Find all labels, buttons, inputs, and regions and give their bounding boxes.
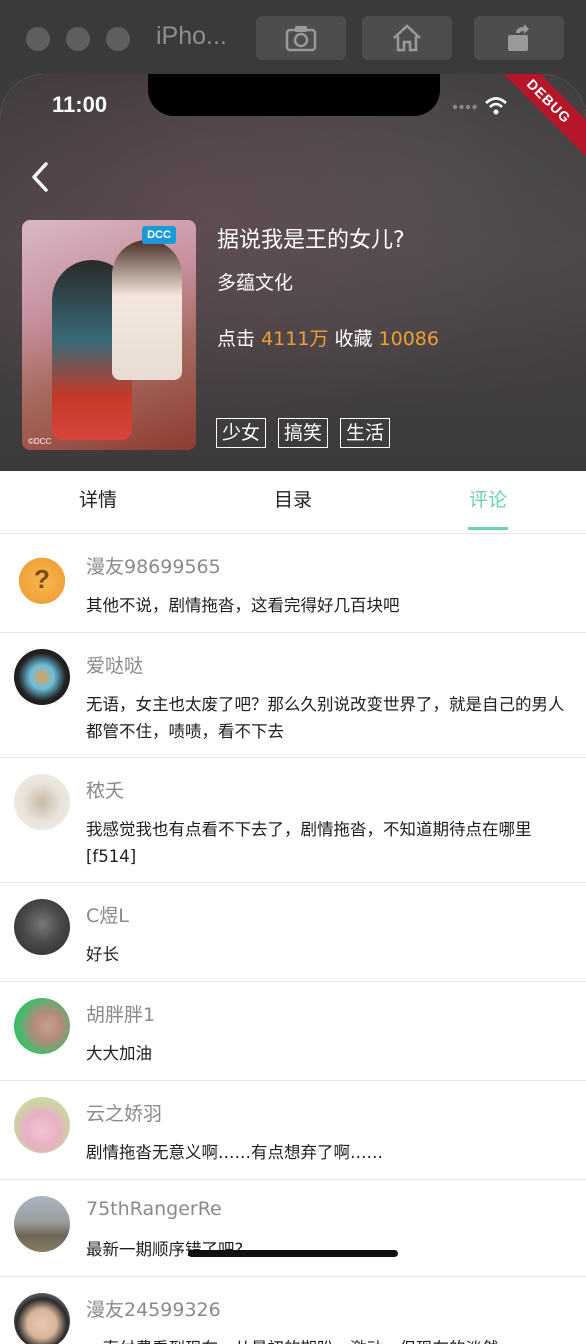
comment-item[interactable]: 漫友24599326 一直付费看到现在，从最初的期盼，激动，但现在的淡然 (0, 1277, 586, 1344)
comment-username: 漫友98699565 (86, 556, 221, 578)
comment-list: ? 漫友98699565 其他不说，剧情拖沓，这看完得好几百块吧 爱哒哒 无语，… (0, 534, 586, 1344)
phone-screen: 11:00 DEBUG DCC ©DCC 据说我是王的女儿? 多蕴文化 点击 4… (0, 74, 586, 1344)
tab-catalog[interactable]: 目录 (274, 485, 312, 512)
comment-item[interactable]: 胡胖胖1 大大加油 (0, 982, 586, 1081)
status-icons (452, 94, 508, 118)
cover-copyright: ©DCC (28, 437, 52, 446)
back-arrow-icon[interactable] (26, 160, 56, 194)
home-icon (393, 24, 421, 52)
comment-item[interactable]: 75thRangerRe 最新一期顺序错了吧? (0, 1180, 586, 1277)
tag-chip[interactable]: 少女 (216, 418, 267, 448)
comment-text: 我感觉我也有点看不下去了，剧情拖沓，不知道期待点在哪里[f514] (86, 820, 532, 866)
avatar[interactable]: ? (14, 550, 70, 606)
comment-username: 云之娇羽 (86, 1103, 163, 1125)
comment-text: 一直付费看到现在，从最初的期盼，激动，但现在的淡然 (86, 1335, 570, 1344)
favorites-label: 收藏 (334, 328, 373, 350)
clicks-value: 4111万 (261, 328, 329, 350)
avatar[interactable] (14, 1196, 70, 1252)
active-tab-indicator (468, 527, 508, 530)
simulator-title: iPho... (156, 22, 227, 50)
rotate-icon (508, 24, 529, 51)
status-time: 11:00 (52, 92, 108, 117)
rotate-button[interactable] (474, 16, 564, 60)
comment-item[interactable]: 秾夭 我感觉我也有点看不下去了，剧情拖沓，不知道期待点在哪里[f514] (0, 758, 586, 883)
avatar[interactable] (14, 899, 70, 955)
tab-bar: 详情 目录 评论 (0, 471, 586, 534)
comment-username: 75thRangerRe (86, 1198, 222, 1220)
comment-item[interactable]: C煜L 好长 (0, 883, 586, 982)
clicks-label: 点击 (217, 328, 256, 350)
signal-icon (452, 104, 477, 110)
avatar[interactable] (14, 1293, 70, 1344)
wifi-icon (485, 97, 507, 115)
tab-comments[interactable]: 评论 (469, 485, 507, 512)
publisher-logo: DCC (142, 226, 176, 244)
home-button[interactable] (362, 16, 452, 60)
comment-text: 其他不说，剧情拖沓，这看完得好几百块吧 (86, 596, 400, 615)
comment-username: 漫友24599326 (86, 1299, 221, 1321)
comment-item[interactable]: ? 漫友98699565 其他不说，剧情拖沓，这看完得好几百块吧 (0, 534, 586, 633)
comment-text: 剧情拖沓无意义啊……有点想弃了啊…… (86, 1143, 383, 1162)
comment-username: 胡胖胖1 (86, 1004, 156, 1026)
avatar[interactable] (14, 774, 70, 830)
comic-stats: 点击 4111万 收藏 10086 (217, 324, 439, 351)
window-zoom-dot[interactable] (106, 27, 130, 51)
comic-header: 11:00 DEBUG DCC ©DCC 据说我是王的女儿? 多蕴文化 点击 4… (0, 74, 586, 471)
favorites-value: 10086 (378, 328, 439, 350)
tag-list: 少女 搞笑 生活 (216, 418, 391, 448)
comment-username: C煜L (86, 905, 129, 927)
comment-text: 大大加油 (86, 1044, 152, 1063)
device-notch (148, 74, 440, 116)
tag-chip[interactable]: 搞笑 (278, 418, 329, 448)
comic-author: 多蕴文化 (217, 272, 294, 294)
comment-item[interactable]: 爱哒哒 无语，女主也太废了吧？那么久别说改变世界了，就是自己的男人都管不住，啧啧… (0, 633, 586, 758)
comment-username: 爱哒哒 (86, 655, 144, 677)
camera-icon (285, 26, 317, 52)
debug-banner: DEBUG (479, 74, 586, 171)
screenshot-button[interactable] (256, 16, 346, 60)
comment-username: 秾夭 (86, 780, 125, 802)
comment-item[interactable]: 云之娇羽 剧情拖沓无意义啊……有点想弃了啊…… (0, 1081, 586, 1180)
comic-cover-image: DCC ©DCC (22, 220, 196, 450)
tab-details[interactable]: 详情 (79, 485, 117, 512)
comic-title: 据说我是王的女儿? (217, 228, 405, 253)
comment-text: 无语，女主也太废了吧？那么久别说改变世界了，就是自己的男人都管不住，啧啧，看不下… (86, 695, 565, 741)
comment-text: 好长 (86, 945, 119, 964)
tag-chip[interactable]: 生活 (340, 418, 391, 448)
window-minimize-dot[interactable] (66, 27, 90, 51)
simulator-toolbar: iPho... (0, 0, 586, 78)
avatar[interactable] (14, 649, 70, 705)
window-close-dot[interactable] (26, 27, 50, 51)
home-indicator[interactable] (188, 1250, 398, 1257)
avatar[interactable] (14, 998, 70, 1054)
avatar[interactable] (14, 1097, 70, 1153)
